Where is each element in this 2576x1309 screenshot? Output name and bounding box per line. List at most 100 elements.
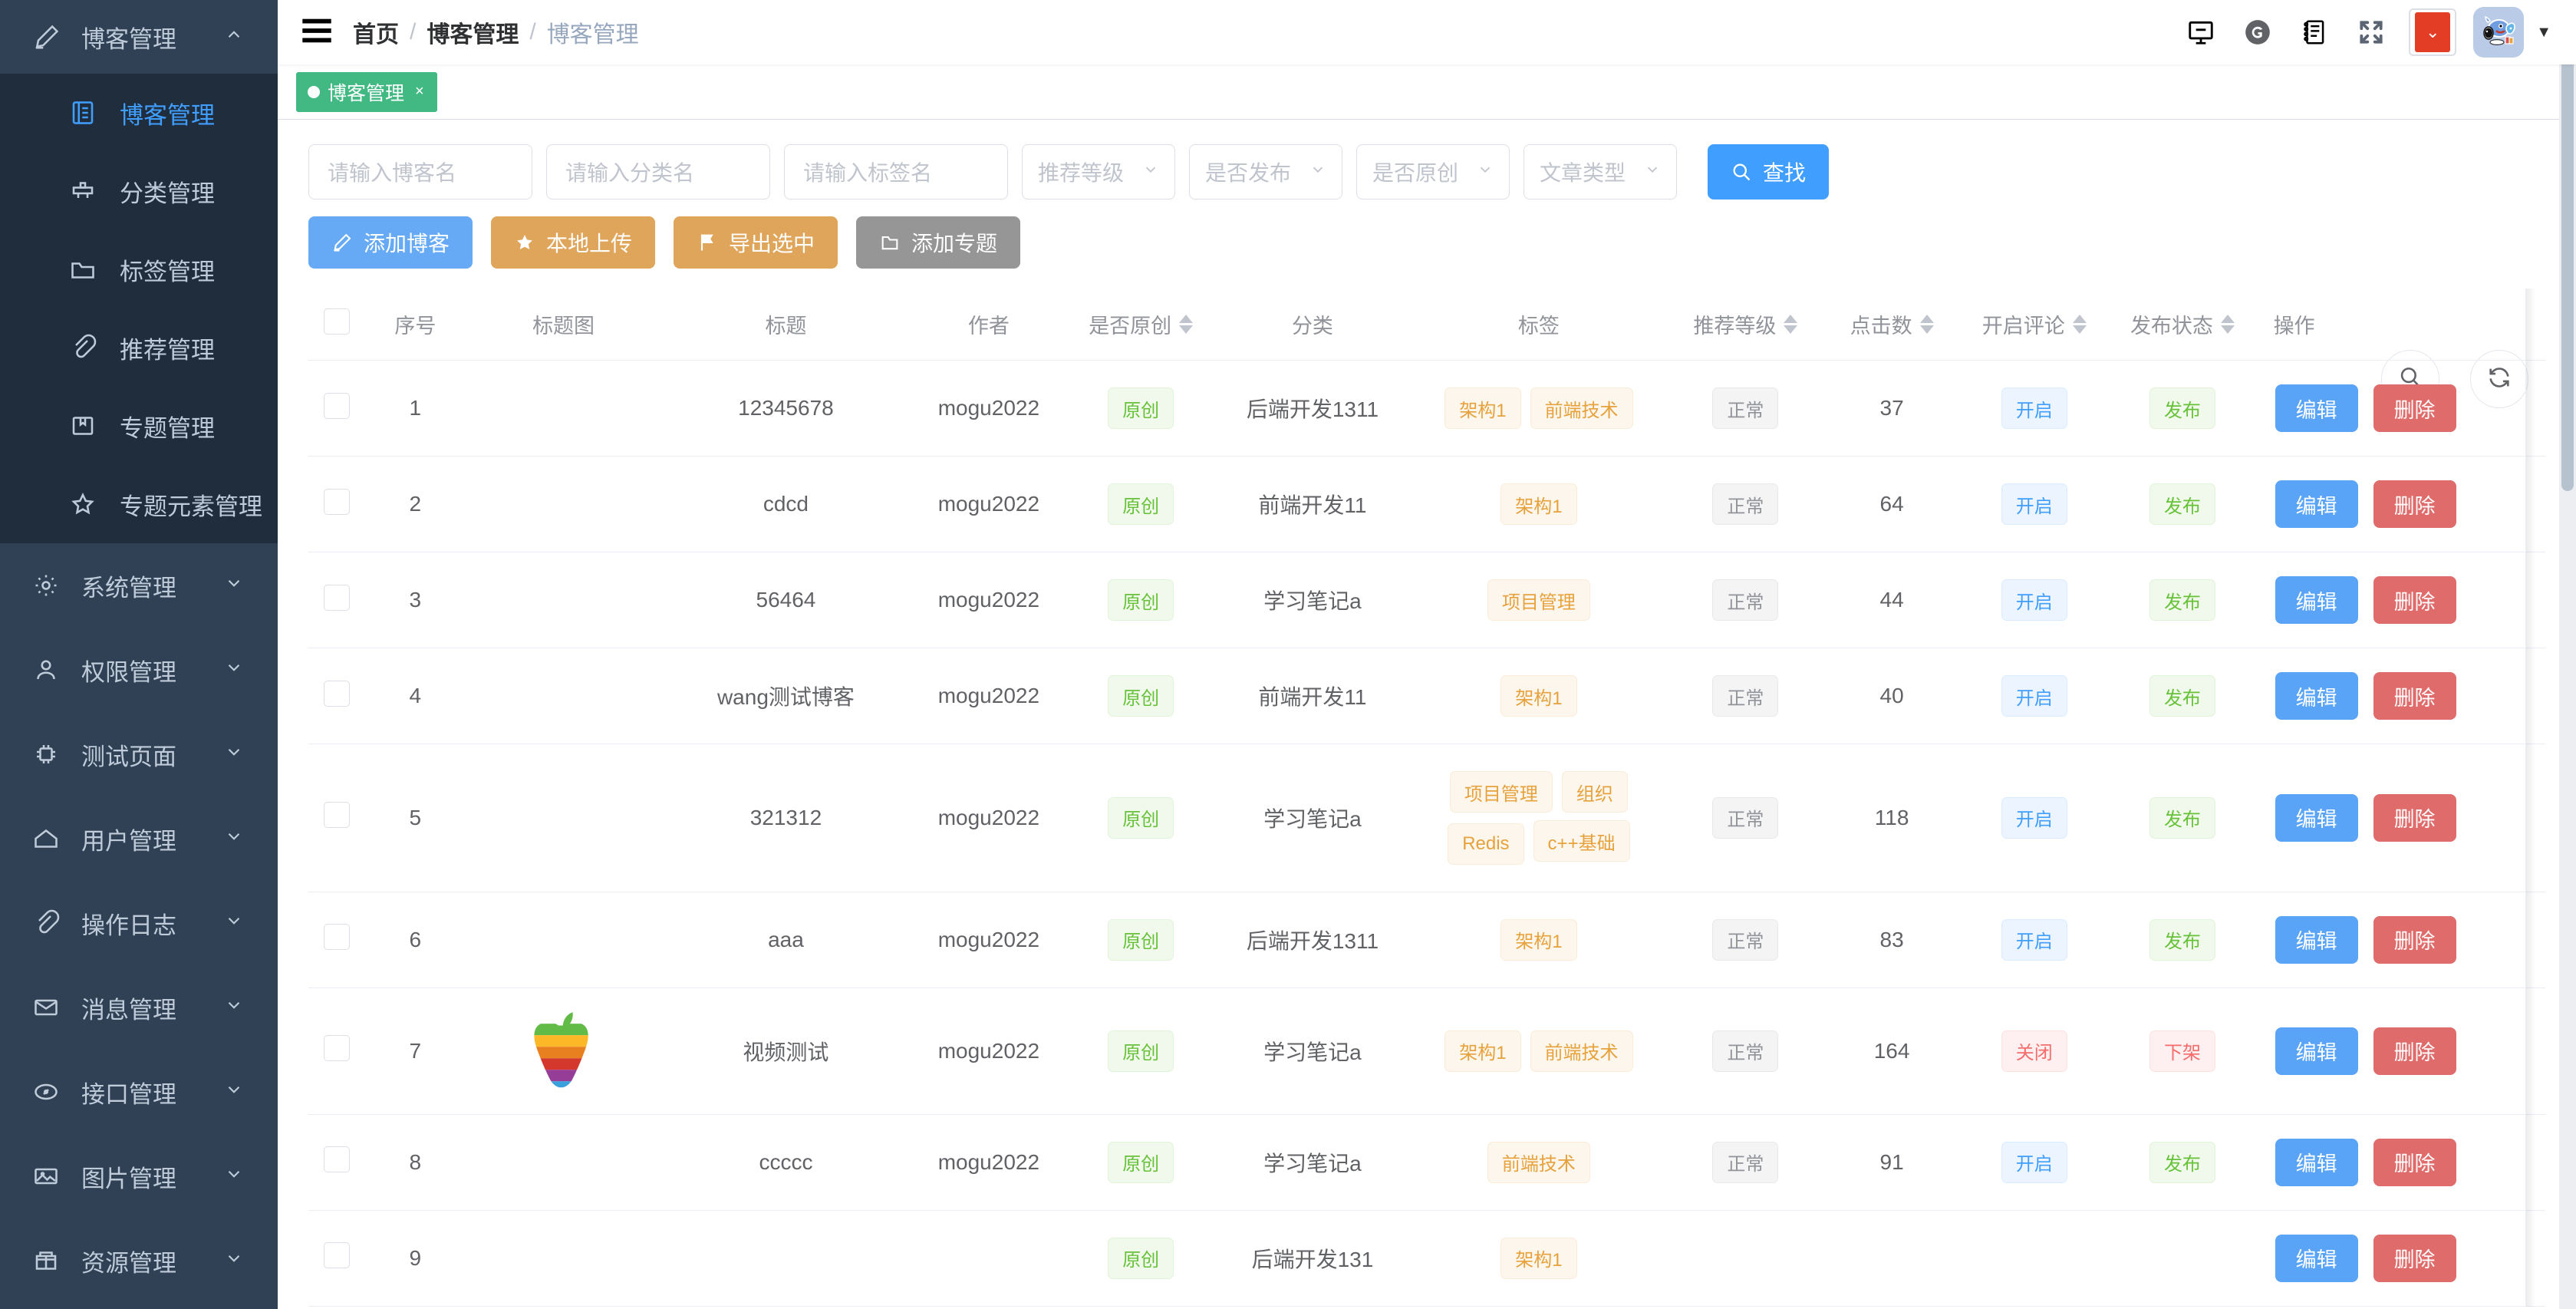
hamburger-icon[interactable] <box>301 18 333 48</box>
comment-status-badge[interactable]: 开启 <box>2001 675 2067 717</box>
table-row[interactable]: 7 视频测试 mogu2022 原创 学习笔记a 架构1 前端技术 正常 164 关闭 下架 编辑 删除 <box>308 988 2545 1115</box>
row-checkbox[interactable] <box>323 1146 350 1172</box>
comment-status-badge[interactable]: 开启 <box>2001 918 2067 961</box>
publish-status-badge[interactable]: 发布 <box>2149 483 2215 525</box>
page-scrollbar-thumb[interactable] <box>2561 0 2574 491</box>
row-checkbox[interactable] <box>323 1035 350 1061</box>
publish-status-badge[interactable]: 发布 <box>2149 579 2215 621</box>
add-blog-button[interactable]: 添加博客 <box>308 216 473 269</box>
row-checkbox[interactable] <box>323 924 350 950</box>
table-row[interactable]: 6 aaa mogu2022 原创 后端开发1311 架构1 正常 83 开启 发布 编辑 删除 <box>308 892 2545 988</box>
sidebar-item-user-manage[interactable]: 用户管理 <box>0 796 278 881</box>
sidebar-item-blog-manage[interactable]: 博客管理 <box>0 74 278 152</box>
table-row[interactable]: 1 12345678 mogu2022 原创 后端开发1311 架构1 前端技术 正常 37 开启… <box>308 360 2545 457</box>
table-row[interactable]: 2 cdcd mogu2022 原创 前端开发11 架构1 正常 64 开启 发布 编辑 删除 <box>308 456 2545 552</box>
sidebar-item-permission-manage[interactable]: 权限管理 <box>0 628 278 712</box>
edit-button[interactable]: 编辑 <box>2275 480 2358 528</box>
fullscreen-icon[interactable] <box>2343 0 2400 64</box>
comment-status-badge[interactable]: 开启 <box>2001 483 2067 525</box>
blog-name-input[interactable]: 请输入博客名 <box>308 144 532 199</box>
search-button[interactable]: 查找 <box>1708 144 1830 199</box>
row-checkbox[interactable] <box>323 1242 350 1268</box>
sidebar-item-image-manage[interactable]: 图片管理 <box>0 1134 278 1218</box>
publish-status-badge[interactable]: 发布 <box>2149 387 2215 429</box>
delete-button[interactable]: 删除 <box>2373 915 2456 964</box>
edit-button[interactable]: 编辑 <box>2275 915 2358 964</box>
edit-button[interactable]: 编辑 <box>2275 1027 2358 1075</box>
delete-button[interactable]: 删除 <box>2373 384 2456 432</box>
is-publish-select[interactable]: 是否发布 <box>1189 144 1342 199</box>
delete-button[interactable]: 删除 <box>2373 480 2456 528</box>
row-checkbox[interactable] <box>323 802 350 829</box>
comment-status-badge[interactable]: 开启 <box>2001 387 2067 429</box>
row-checkbox[interactable] <box>323 680 350 707</box>
delete-button[interactable]: 删除 <box>2373 1138 2456 1186</box>
sidebar-item-category-manage[interactable]: 分类管理 <box>0 152 278 230</box>
comment-status-badge[interactable]: 开启 <box>2001 579 2067 621</box>
sort-icon[interactable] <box>1784 315 1798 334</box>
sidebar-item-topic-element-manage[interactable]: 专题元素管理 <box>0 465 278 543</box>
sidebar-item-tag-manage[interactable]: 标签管理 <box>0 230 278 308</box>
sidebar-item-test-page[interactable]: 测试页面 <box>0 712 278 796</box>
sidebar-group-blog[interactable]: 博客管理 <box>0 0 278 74</box>
col-status[interactable]: 发布状态 <box>2108 289 2257 361</box>
delete-button[interactable]: 删除 <box>2373 1027 2456 1075</box>
col-comment[interactable]: 开启评论 <box>1960 289 2109 361</box>
export-selected-button[interactable]: 导出选中 <box>674 216 838 269</box>
edit-button[interactable]: 编辑 <box>2275 1138 2358 1186</box>
table-row[interactable]: 5 321312 mogu2022 原创 学习笔记a 项目管理 组织 Redis c++基础 正常… <box>308 744 2545 892</box>
edit-button[interactable]: 编辑 <box>2275 384 2358 432</box>
user-avatar[interactable] <box>2473 7 2525 58</box>
error-log-button[interactable]: ⌄ <box>2409 8 2457 56</box>
publish-status-badge[interactable]: 下架 <box>2149 1030 2215 1072</box>
sidebar-item-recommend-manage[interactable]: 推荐管理 <box>0 308 278 387</box>
breadcrumb-item-home[interactable]: 首页 <box>353 15 399 49</box>
sidebar-item-topic-manage[interactable]: 专题管理 <box>0 387 278 465</box>
sidebar-item-message-manage[interactable]: 消息管理 <box>0 965 278 1050</box>
col-level[interactable]: 推荐等级 <box>1667 289 1824 361</box>
col-original[interactable]: 是否原创 <box>1066 289 1215 361</box>
sidebar-item-api-manage[interactable]: 接口管理 <box>0 1050 278 1134</box>
edit-button[interactable]: 编辑 <box>2275 1234 2358 1282</box>
sort-icon[interactable] <box>1179 315 1194 334</box>
user-dropdown-caret-icon[interactable]: ▼ <box>2536 24 2551 41</box>
publish-status-badge[interactable]: 发布 <box>2149 675 2215 717</box>
sort-icon[interactable] <box>2220 315 2235 334</box>
breadcrumb-item-blog[interactable]: 博客管理 <box>427 15 519 49</box>
table-row[interactable]: 9 原创 后端开发131 架构1 编辑 删除 <box>308 1210 2545 1307</box>
local-upload-button[interactable]: 本地上传 <box>491 216 656 269</box>
row-checkbox[interactable] <box>323 584 350 611</box>
sort-icon[interactable] <box>2072 315 2087 334</box>
tag-name-input[interactable]: 请输入标签名 <box>784 144 1008 199</box>
sidebar-item-resource-manage[interactable]: 资源管理 <box>0 1218 278 1303</box>
category-name-input[interactable]: 请输入分类名 <box>546 144 770 199</box>
screenfull-monitor-icon[interactable] <box>2172 0 2229 64</box>
is-original-select[interactable]: 是否原创 <box>1356 144 1510 199</box>
add-topic-button[interactable]: 添加专题 <box>856 216 1021 269</box>
delete-button[interactable]: 删除 <box>2373 793 2456 842</box>
col-clicks[interactable]: 点击数 <box>1823 289 1961 361</box>
row-checkbox[interactable] <box>323 392 350 419</box>
comment-status-badge[interactable]: 开启 <box>2001 796 2067 839</box>
publish-status-badge[interactable]: 发布 <box>2149 1141 2215 1183</box>
article-type-select[interactable]: 文章类型 <box>1524 144 1677 199</box>
page-scrollbar[interactable] <box>2559 0 2576 1309</box>
publish-status-badge[interactable]: 发布 <box>2149 796 2215 839</box>
edit-button[interactable]: 编辑 <box>2275 793 2358 842</box>
sidebar-item-operation-log[interactable]: 操作日志 <box>0 881 278 965</box>
sidebar-item-system-manage[interactable]: 系统管理 <box>0 543 278 628</box>
notebook-icon[interactable] <box>2286 0 2343 64</box>
tag-view-blog-manage[interactable]: 博客管理 × <box>296 71 437 112</box>
delete-button[interactable]: 删除 <box>2373 1234 2456 1282</box>
comment-status-badge[interactable]: 开启 <box>2001 1141 2067 1183</box>
comment-status-badge[interactable]: 关闭 <box>2001 1030 2067 1072</box>
edit-button[interactable]: 编辑 <box>2275 576 2358 624</box>
recommend-level-select[interactable]: 推荐等级 <box>1022 144 1175 199</box>
publish-status-badge[interactable]: 发布 <box>2149 918 2215 961</box>
table-row[interactable]: 3 56464 mogu2022 原创 学习笔记a 项目管理 正常 44 开启 发布 编辑 删除 <box>308 552 2545 648</box>
github-icon[interactable] <box>2229 0 2286 64</box>
table-row[interactable]: 4 wang测试博客 mogu2022 原创 前端开发11 架构1 正常 40 开启 发布 编辑 删除 <box>308 648 2545 744</box>
delete-button[interactable]: 删除 <box>2373 576 2456 624</box>
delete-button[interactable]: 删除 <box>2373 672 2456 720</box>
table-row[interactable]: 8 ccccc mogu2022 原创 学习笔记a 前端技术 正常 91 开启 发布 编辑 删除 <box>308 1114 2545 1211</box>
